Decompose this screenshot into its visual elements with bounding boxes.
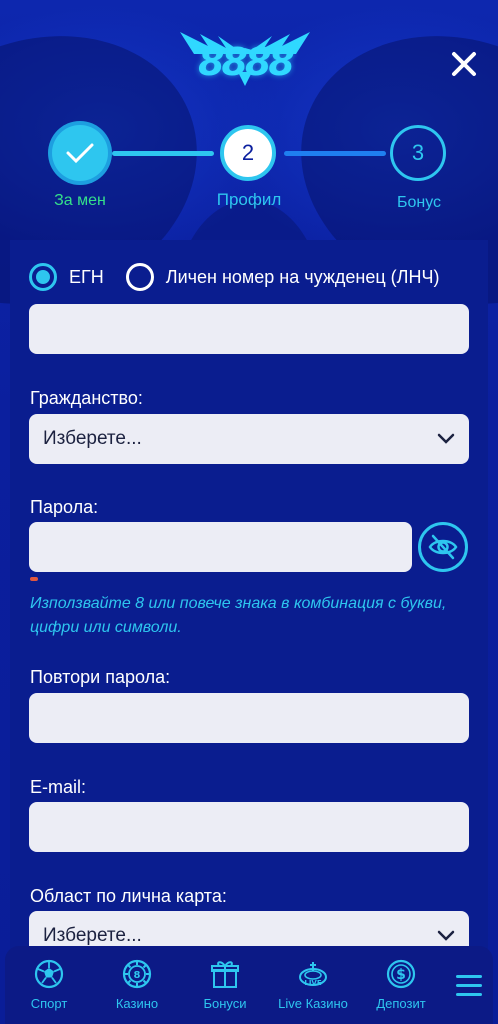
nav-label-sport: Спорт <box>30 996 68 1011</box>
id-type-radio-group: ЕГН Личен номер на чужденец (ЛНЧ) <box>29 262 439 292</box>
id-region-select-value: Изберете... <box>43 925 142 946</box>
gift-icon <box>211 961 239 988</box>
live-roulette-icon: LIVE <box>299 962 327 987</box>
nav-label-casino: Казино <box>115 996 159 1011</box>
password-strength-indicator <box>30 577 38 581</box>
bottom-navigation: Спорт 8 Казино Бонуси LIVE Live Казино $… <box>5 946 493 1024</box>
soccer-ball-icon <box>34 959 64 989</box>
registration-stepper: 2 3 За мен Профил Бонус <box>0 120 498 220</box>
password-label: Парола: <box>30 497 99 517</box>
svg-text:LIVE: LIVE <box>304 979 321 987</box>
nav-label-bonuses: Бонуси <box>203 996 247 1011</box>
nav-item-deposit[interactable]: $ Депозит <box>361 958 441 1011</box>
menu-line <box>456 993 482 996</box>
close-icon <box>452 52 476 76</box>
header: 8888 <box>0 0 498 100</box>
repeat-password-label: Повтори парола: <box>30 667 171 687</box>
nav-item-sport[interactable]: Спорт <box>9 958 89 1011</box>
nav-item-live-casino[interactable]: LIVE Live Казино <box>273 958 353 1011</box>
password-hint: Използвайте 8 или повече знака в комбина… <box>30 595 447 636</box>
close-button[interactable] <box>448 48 480 80</box>
nav-label-deposit: Депозит <box>376 996 426 1011</box>
step-2-circle: 2 <box>220 125 276 181</box>
id-number-input[interactable] <box>29 304 469 354</box>
checkmark-icon <box>66 143 94 164</box>
citizenship-select[interactable]: Изберете... <box>29 414 469 464</box>
id-region-label: Област по лична карта: <box>30 886 227 906</box>
step-connector-1 <box>112 151 214 156</box>
logo-text: 8888 <box>198 40 295 84</box>
citizenship-label: Гражданство: <box>30 388 143 408</box>
email-label: E-mail: <box>30 777 87 797</box>
casino-chip-icon: 8 <box>122 959 152 989</box>
chevron-down-icon <box>437 930 455 941</box>
chevron-down-icon <box>437 433 455 444</box>
radio-egn[interactable] <box>29 263 57 291</box>
nav-label-live-casino: Live Казино <box>278 996 348 1011</box>
nav-item-bonuses[interactable]: Бонуси <box>185 958 265 1011</box>
citizenship-select-value: Изберете... <box>43 428 142 449</box>
radio-selected-dot <box>36 270 50 284</box>
radio-lnch-label: Личен номер на чужденец (ЛНЧ) <box>165 266 440 287</box>
toggle-password-visibility-button[interactable] <box>418 522 468 572</box>
step-1-circle <box>52 125 108 181</box>
nav-item-casino[interactable]: 8 Казино <box>97 958 177 1011</box>
svg-text:$: $ <box>396 967 406 983</box>
step-2-label: Профил <box>216 190 282 209</box>
dollar-coin-icon: $ <box>386 959 416 989</box>
radio-egn-label: ЕГН <box>69 266 104 287</box>
menu-line <box>456 984 482 987</box>
password-input[interactable] <box>29 522 412 572</box>
eye-slash-icon <box>428 534 458 560</box>
radio-lnch[interactable] <box>125 263 154 291</box>
step-connector-2 <box>284 151 386 156</box>
step-3-circle: 3 <box>390 125 446 181</box>
menu-line <box>456 975 482 978</box>
step-3-label: Бонус <box>396 194 442 211</box>
step-1-label: За мен <box>54 192 106 209</box>
email-input[interactable] <box>29 802 469 852</box>
hamburger-menu-icon[interactable] <box>449 972 489 999</box>
svg-text:8: 8 <box>134 970 141 981</box>
brand-logo: 8888 <box>178 28 312 88</box>
repeat-password-input[interactable] <box>29 693 469 743</box>
